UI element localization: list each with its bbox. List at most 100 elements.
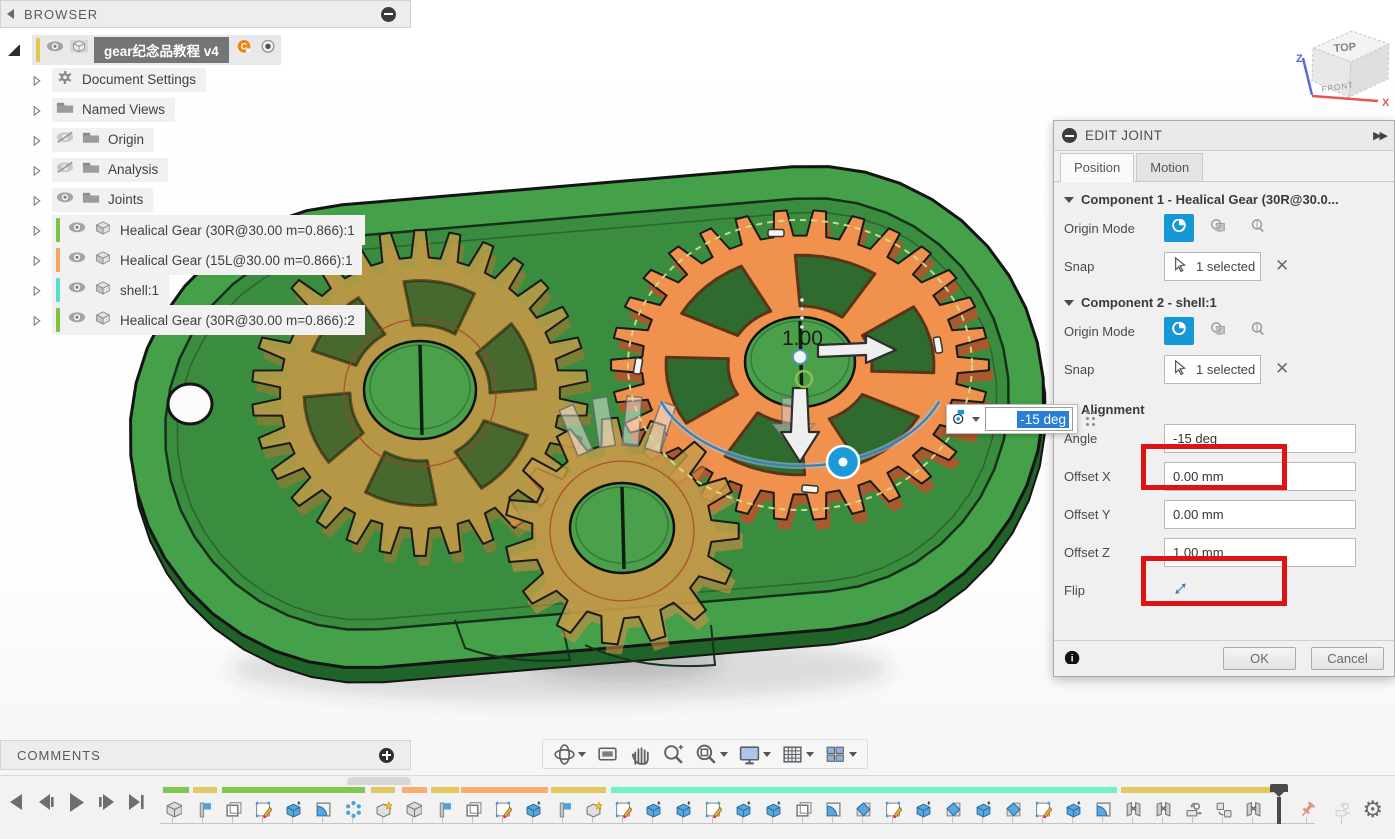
ok-button[interactable]: OK [1223,647,1296,670]
browser-row-origin[interactable]: Origin [30,126,154,154]
origin-mode-between-faces-button[interactable] [1242,214,1272,242]
dialog-header[interactable]: EDIT JOINT ▶▶ [1054,121,1394,151]
joint-type-dropdown-icon[interactable] [972,417,980,422]
browser-item-label[interactable]: Named Views [82,102,165,117]
timeline-feature-pin[interactable] [1297,799,1317,819]
timeline-feature-extrude-28[interactable] [973,799,993,819]
timeline-feature-extrude-20[interactable] [733,799,753,819]
timeline-feature-comp-9[interactable] [403,799,423,819]
fit-dropdown-icon[interactable] [720,752,728,757]
lookat-tool-button[interactable] [592,741,623,768]
orbit-dropdown-icon[interactable] [578,752,586,757]
add-comment-icon[interactable] [379,748,394,763]
browser-row-named-views[interactable]: Named Views [30,96,175,124]
viewports-tool-button[interactable] [820,741,861,768]
component2-section-header[interactable]: Component 2 - shell:1 [1054,285,1394,312]
dialog-collapse-icon[interactable] [1062,128,1077,143]
snap-selection-button-1[interactable]: 1 selected [1164,252,1261,281]
view-cube[interactable]: TOPFRONTZX [1296,31,1390,109]
collapsed-triangle-icon[interactable] [30,314,42,326]
eye-icon[interactable] [68,311,86,328]
alignment-section-header[interactable]: Alignment [1054,388,1394,419]
timeline-feature-extrude-5[interactable] [283,799,303,819]
timeline-feature-rigid-36[interactable] [1213,799,1233,819]
display-tool-button[interactable] [734,741,775,768]
timeline-feature-pattern-7[interactable] [343,799,363,819]
timeline-settings-gear-icon[interactable]: ⚙ [1362,798,1383,821]
timeline-feature-sketch-25[interactable] [883,799,903,819]
offset-y-input[interactable]: 0.00 mm [1164,500,1356,529]
eye-icon[interactable] [68,251,86,268]
skip-to-end-button[interactable] [126,792,147,818]
origin-mode-between-components-button[interactable] [1203,214,1233,242]
timeline-feature-joint-33[interactable] [1123,799,1143,819]
collapsed-triangle-icon[interactable] [30,104,42,116]
browser-row-document-settings[interactable]: Document Settings [30,66,206,94]
timeline-feature-box-11[interactable] [463,799,483,819]
timeline-notch[interactable] [347,777,411,785]
expanded-triangle-icon[interactable] [8,45,20,56]
pan-tool-button[interactable] [625,741,656,768]
timeline-feature-plane-10[interactable] [433,799,453,819]
origin-mode-between-components-button-2[interactable] [1203,317,1233,345]
collapsed-triangle-icon[interactable] [30,254,42,266]
tab-position[interactable]: Position [1060,153,1134,182]
browser-row-healical-gear-15l-30-00-m-0-86[interactable]: Healical Gear (15L@30.00 m=0.866):1 [30,246,362,274]
collapsed-triangle-icon[interactable] [30,284,42,296]
browser-item-label[interactable]: Healical Gear (15L@30.00 m=0.866):1 [120,253,352,268]
step-back-button[interactable] [36,792,57,818]
browser-item-label[interactable]: Healical Gear (30R@30.00 m=0.866):2 [120,313,355,328]
fit-tool-button[interactable] [691,741,732,768]
timeline-feature-plane-2[interactable] [193,799,213,819]
skip-to-start-button[interactable] [6,792,27,818]
collapsed-triangle-icon[interactable] [30,74,42,86]
timeline-feature-fillet-6[interactable] [313,799,333,819]
step-forward-button[interactable] [96,792,117,818]
timeline-feature-sketch-16[interactable] [613,799,633,819]
timeline-feature-newcomp-8[interactable] [373,799,393,819]
play-button[interactable] [66,792,87,818]
eye-icon[interactable] [68,281,86,298]
eye-icon[interactable] [68,221,86,238]
eye-hidden-icon[interactable] [56,161,74,178]
origin-mode-simple-button[interactable] [1164,214,1194,242]
timeline-feature-fillet-23[interactable] [823,799,843,819]
timeline-feature-chamfer-24[interactable] [853,799,873,819]
browser-row-joints[interactable]: Joints [30,186,153,214]
timeline-feature-comp-1[interactable] [163,799,183,819]
browser-row-healical-gear-30r-30-00-m-0-86[interactable]: Healical Gear (30R@30.00 m=0.866):2 [30,306,365,334]
eye-hidden-icon[interactable] [56,131,74,148]
snap-clear-icon-2[interactable]: ✕ [1275,359,1289,379]
timeline-feature-motion-35[interactable] [1183,799,1203,819]
eye-icon[interactable] [56,191,74,208]
timeline-feature-extrude-31[interactable] [1063,799,1083,819]
timeline-feature-joint-34[interactable] [1153,799,1173,819]
browser-root-row[interactable]: gear纪念品教程 v4 C [8,36,281,64]
timeline-feature-extrude-21[interactable] [763,799,783,819]
timeline-feature-newcomp-15[interactable] [583,799,603,819]
timeline-feature-chamfer-29[interactable] [1003,799,1023,819]
timeline-position-marker[interactable] [1270,784,1288,824]
collapsed-triangle-icon[interactable] [30,194,42,206]
timeline-feature-sketch-4[interactable] [253,799,273,819]
cancel-button[interactable]: Cancel [1311,647,1384,670]
timeline-feature-extrude-18[interactable] [673,799,693,819]
origin-mode-simple-button-2[interactable] [1164,317,1194,345]
timeline-feature-chamfer-27[interactable] [943,799,963,819]
timeline-feature-plane-14[interactable] [553,799,573,819]
floating-box-grip[interactable] [1086,411,1096,427]
browser-minimize-icon[interactable] [381,7,396,22]
timeline-feature-fillet-32[interactable] [1093,799,1113,819]
origin-mode-between-faces-button-2[interactable] [1242,317,1272,345]
activate-component-radio[interactable] [259,40,277,59]
grid-tool-button[interactable] [777,741,818,768]
browser-item-label[interactable]: Analysis [108,162,158,177]
timeline-feature-box-22[interactable] [793,799,813,819]
component1-section-header[interactable]: Component 1 - Healical Gear (30R@30.0... [1054,182,1394,209]
timeline-feature-joint-37[interactable] [1243,799,1263,819]
browser-row-analysis[interactable]: Analysis [30,156,168,184]
browser-item-label[interactable]: Document Settings [82,72,196,87]
collapse-arrow-icon[interactable] [7,9,14,19]
dialog-pin-right-icon[interactable]: ▶▶ [1373,129,1386,142]
browser-row-healical-gear-30r-30-00-m-0-86[interactable]: Healical Gear (30R@30.00 m=0.866):1 [30,216,365,244]
